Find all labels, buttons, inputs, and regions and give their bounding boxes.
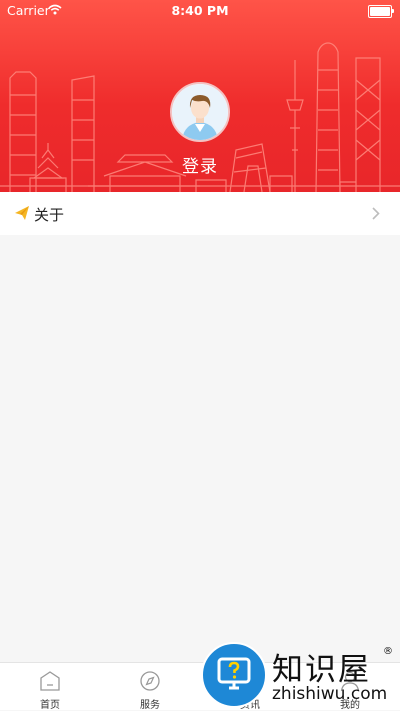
login-button[interactable]: 登录 <box>0 152 400 177</box>
question-monitor-icon <box>217 657 251 690</box>
status-bar: Carrier 8:40 PM <box>0 0 400 22</box>
tab-service[interactable]: 服务 <box>100 663 200 711</box>
menu-item-about[interactable]: 关于 <box>0 192 400 235</box>
avatar-illustration <box>172 84 228 140</box>
tab-service-label: 服务 <box>140 700 160 711</box>
profile-header: Carrier 8:40 PM 登录 <box>0 0 400 192</box>
tab-home-label: 首页 <box>40 700 60 711</box>
chevron-right-icon <box>372 207 380 220</box>
compass-icon <box>140 671 160 691</box>
paper-plane-icon <box>15 206 29 220</box>
menu-item-about-label: 关于 <box>34 206 65 224</box>
user-avatar-icon[interactable] <box>170 82 230 142</box>
clock-time: 8:40 PM <box>171 3 229 18</box>
home-icon <box>40 671 60 691</box>
battery-level <box>370 7 390 16</box>
watermark-url: zhishiwu.com <box>272 684 388 704</box>
watermark-logo-badge <box>201 642 267 708</box>
watermark-name: 知识屋 <box>272 652 371 688</box>
battery-icon <box>368 5 394 18</box>
watermark-registered-mark: ® <box>383 646 393 657</box>
tab-home[interactable]: 首页 <box>0 663 100 711</box>
